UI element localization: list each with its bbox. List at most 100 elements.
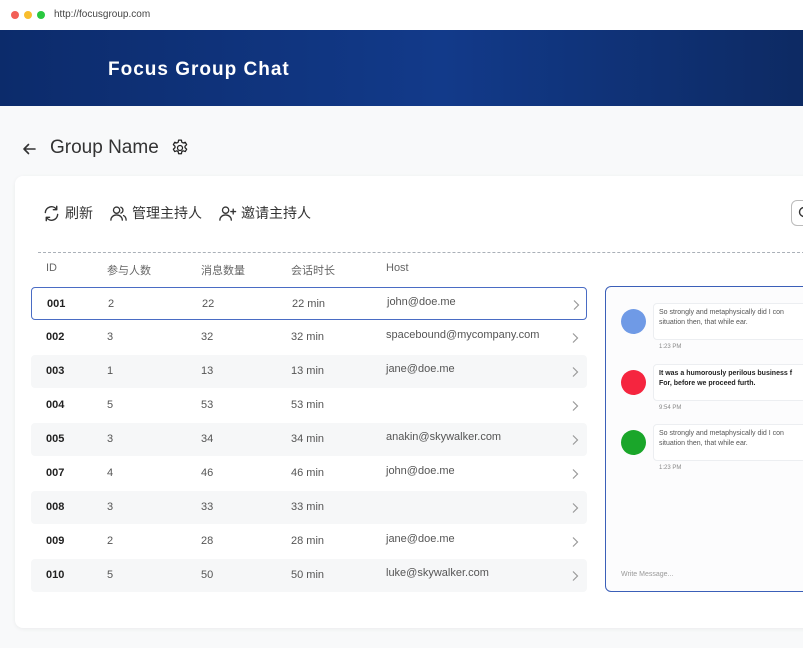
column-header-id[interactable]: ID: [46, 262, 57, 274]
invite-host-button[interactable]: 邀请主持人: [218, 203, 311, 223]
table-row[interactable]: 003 1 13 13 min jane@doe.me: [31, 355, 587, 388]
message-text: situation then, that while ear.: [659, 440, 748, 447]
row-id: 009: [46, 535, 65, 547]
page-content: Group Name 刷新 管理主持人 邀请主持人 ID 参与人数 消息数量 会…: [0, 106, 803, 648]
table-row[interactable]: 009 2 28 28 min jane@doe.me: [31, 525, 587, 558]
row-id: 003: [46, 365, 65, 377]
row-messages: 46: [201, 467, 214, 479]
table-row[interactable]: 001 2 22 22 min john@doe.me: [31, 287, 587, 320]
invite-host-label: 邀请主持人: [241, 205, 311, 221]
app-header: Focus Group Chat: [0, 30, 803, 106]
column-header-participants[interactable]: 参与人数: [107, 262, 151, 278]
row-messages: 50: [201, 569, 214, 581]
row-host: john@doe.me: [387, 296, 456, 308]
divider: [38, 252, 803, 253]
row-participants: 1: [107, 365, 114, 377]
row-id: 002: [46, 331, 65, 343]
row-duration: 50 min: [291, 569, 325, 581]
table-row[interactable]: 010 5 50 50 min luke@skywalker.com: [31, 559, 587, 592]
app-title: Focus Group Chat: [108, 59, 290, 80]
row-participants: 2: [107, 535, 114, 547]
group-card: 刷新 管理主持人 邀请主持人 ID 参与人数 消息数量 会话时长 Host 00…: [15, 176, 803, 628]
table-row[interactable]: 004 5 53 53 min: [31, 389, 587, 422]
add-user-icon: [219, 205, 237, 221]
row-id: 001: [47, 298, 66, 310]
row-duration: 13 min: [291, 365, 325, 377]
row-id: 010: [46, 569, 65, 581]
row-participants: 5: [107, 399, 114, 411]
manage-hosts-button[interactable]: 管理主持人: [109, 203, 202, 223]
refresh-label: 刷新: [65, 205, 93, 221]
refresh-icon: [44, 205, 59, 221]
row-duration: 34 min: [291, 433, 325, 445]
row-id: 004: [46, 399, 65, 411]
row-participants: 3: [107, 501, 114, 513]
row-host: jane@doe.me: [386, 363, 455, 375]
row-host: jane@doe.me: [386, 533, 455, 545]
row-messages: 53: [201, 399, 214, 411]
address-bar-url[interactable]: http://focusgroup.com: [54, 9, 150, 20]
column-header-host[interactable]: Host: [386, 262, 409, 274]
row-participants: 3: [107, 331, 114, 343]
row-duration: 53 min: [291, 399, 325, 411]
chevron-right-icon: [572, 571, 579, 581]
row-host: anakin@skywalker.com: [386, 431, 502, 443]
toolbar: 刷新 管理主持人 邀请主持人: [42, 202, 327, 224]
gear-icon[interactable]: [170, 138, 190, 158]
message-text: situation then, that while ear.: [659, 319, 748, 326]
row-messages: 28: [201, 535, 214, 547]
message-text: So strongly and metaphysically did I con: [659, 430, 784, 437]
back-arrow-icon[interactable]: [20, 140, 38, 158]
message-time: 1:23 PM: [659, 465, 682, 471]
chevron-right-icon: [573, 300, 580, 310]
minimize-window-dot[interactable]: [24, 11, 32, 19]
chat-panel: So strongly and metaphysically did I con…: [605, 286, 803, 592]
table-row[interactable]: 002 3 32 32 min spacebound@mycompany.com: [31, 321, 587, 354]
row-id: 005: [46, 433, 65, 445]
message-bubble: It was a humorously perilous business f …: [653, 364, 803, 401]
message-input[interactable]: Write Message...: [621, 571, 673, 578]
row-participants: 3: [107, 433, 114, 445]
row-id: 008: [46, 501, 65, 513]
row-duration: 22 min: [292, 298, 326, 310]
message-time: 9:54 PM: [659, 405, 682, 411]
search-button[interactable]: [791, 200, 803, 226]
avatar: [621, 430, 646, 455]
message-bubble: So strongly and metaphysically did I con…: [653, 424, 803, 461]
chevron-right-icon: [572, 503, 579, 513]
row-duration: 33 min: [291, 501, 325, 513]
chevron-right-icon: [572, 435, 579, 445]
table-row[interactable]: 008 3 33 33 min: [31, 491, 587, 524]
message-text: It was a humorously perilous business f: [659, 370, 793, 377]
chevron-right-icon: [572, 333, 579, 343]
message-time: 1:23 PM: [659, 344, 682, 350]
chevron-right-icon: [572, 401, 579, 411]
chevron-right-icon: [572, 469, 579, 479]
row-host: john@doe.me: [386, 465, 455, 477]
maximize-window-dot[interactable]: [37, 11, 45, 19]
row-messages: 22: [202, 298, 215, 310]
page-title: Group Name: [50, 137, 159, 158]
search-icon: [798, 206, 803, 218]
row-messages: 13: [201, 365, 214, 377]
chevron-right-icon: [572, 537, 579, 547]
refresh-button[interactable]: 刷新: [42, 203, 93, 223]
column-header-messages[interactable]: 消息数量: [201, 262, 245, 278]
row-duration: 46 min: [291, 467, 325, 479]
close-window-dot[interactable]: [11, 11, 19, 19]
column-header-duration[interactable]: 会话时长: [291, 262, 335, 278]
row-id: 007: [46, 467, 65, 479]
row-participants: 4: [107, 467, 114, 479]
avatar: [621, 370, 646, 395]
table-row[interactable]: 007 4 46 46 min john@doe.me: [31, 457, 587, 490]
manage-hosts-label: 管理主持人: [132, 205, 202, 221]
row-duration: 32 min: [291, 331, 325, 343]
row-messages: 34: [201, 433, 214, 445]
table-row[interactable]: 005 3 34 34 min anakin@skywalker.com: [31, 423, 587, 456]
row-host: spacebound@mycompany.com: [386, 329, 540, 341]
table-header: ID 参与人数 消息数量 会话时长 Host: [31, 262, 586, 282]
message-text: For, before we proceed furth.: [659, 380, 756, 387]
row-participants: 5: [107, 569, 114, 581]
row-messages: 33: [201, 501, 214, 513]
row-host: luke@skywalker.com: [386, 567, 489, 579]
